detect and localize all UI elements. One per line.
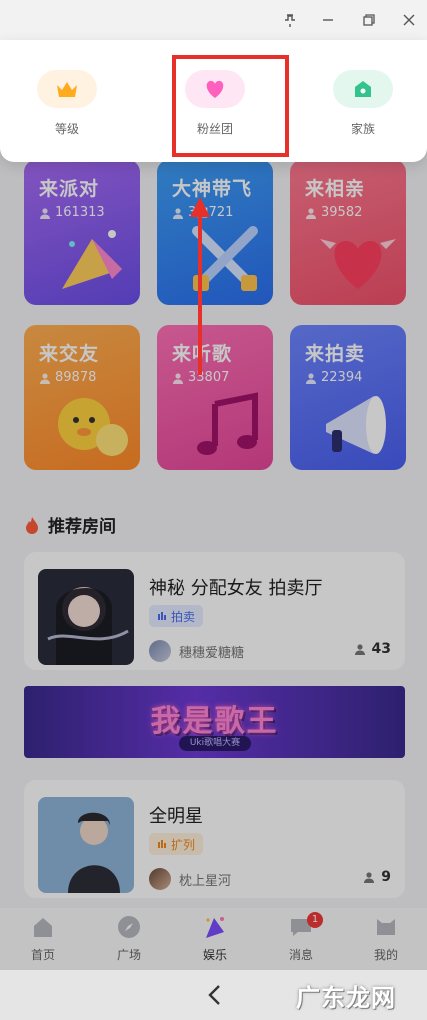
category-title: 来拍卖 [305, 343, 366, 365]
section-title: 推荐房间 [48, 517, 116, 537]
tab-home[interactable]: 首页 [13, 914, 73, 963]
category-count: 161313 [39, 205, 105, 220]
window-titlebar [0, 0, 427, 40]
banner-title: 我是歌王 [150, 704, 279, 739]
category-card-friends[interactable]: 来交友 89878 [24, 325, 140, 470]
user-icon [354, 644, 365, 655]
home-tab-icon [29, 914, 57, 940]
category-count: 22394 [305, 370, 362, 385]
compass-icon [115, 914, 143, 940]
category-title: 来交友 [39, 343, 100, 365]
tab-messages[interactable]: 1 消息 [271, 912, 331, 963]
chat-bubble-face-icon [58, 398, 128, 456]
profile-icon [372, 914, 400, 940]
restore-icon[interactable] [357, 8, 381, 32]
user-icon [40, 372, 50, 384]
room-tag: 拍卖 [149, 605, 204, 627]
online-count: 43 [354, 641, 391, 657]
tab-profile[interactable]: 我的 [356, 914, 416, 963]
category-card-music[interactable]: 来听歌 33807 [157, 325, 273, 470]
user-icon [173, 207, 183, 219]
room-cover [38, 569, 134, 665]
avatar [149, 640, 171, 662]
crown-icon [37, 70, 97, 108]
category-count: 39582 [305, 205, 362, 220]
highlight-box [172, 55, 289, 157]
promo-banner[interactable]: 我是歌王 Uki歌唱大赛 [24, 686, 405, 758]
heart-wings-icon [320, 239, 396, 289]
music-note-icon [197, 392, 258, 455]
menu-item-family[interactable]: 家族 [323, 70, 403, 137]
pin-icon[interactable] [278, 8, 302, 32]
user-icon [364, 872, 375, 883]
room-title: 全明星 [149, 806, 203, 827]
room-card[interactable]: 神秘 分配女友 拍卖厅 拍卖 穗穗爱糖糖 43 [24, 552, 405, 670]
section-header: 推荐房间 [24, 512, 116, 537]
room-title: 神秘 分配女友 拍卖厅 [149, 578, 323, 599]
room-cover [38, 797, 134, 893]
user-icon [306, 207, 316, 219]
avatar [149, 868, 171, 890]
tab-square[interactable]: 广场 [99, 914, 159, 963]
home-icon [333, 70, 393, 108]
category-count: 89878 [39, 370, 96, 385]
arrow-up-icon [190, 197, 210, 375]
user-icon [306, 372, 316, 384]
room-tag: 扩列 [149, 833, 204, 855]
category-title: 大神带飞 [172, 178, 253, 200]
megaphone-icon [326, 396, 386, 454]
back-icon[interactable] [200, 981, 228, 1009]
room-owner: 穗穗爱糖糖 [149, 640, 244, 662]
category-card-auction[interactable]: 来拍卖 22394 [290, 325, 406, 470]
user-icon [173, 372, 183, 384]
flame-icon [26, 516, 38, 534]
category-title: 来相亲 [305, 178, 366, 200]
bars-icon [158, 612, 166, 620]
category-title: 来派对 [39, 178, 100, 200]
banner-subtitle: Uki歌唱大赛 [179, 736, 251, 751]
room-owner: 枕上星河 [149, 868, 231, 890]
minimize-icon[interactable] [316, 8, 340, 32]
category-card-dating[interactable]: 来相亲 39582 [290, 160, 406, 305]
online-count: 9 [363, 869, 391, 885]
tab-entertainment[interactable]: 娱乐 [185, 914, 245, 963]
app-content: 来派对 161313 大神带飞 3■721 来相亲 39582 来交友 8987… [0, 40, 427, 970]
party-popper-icon [62, 230, 122, 289]
bars-icon [158, 840, 166, 848]
watermark: 广东龙网 [296, 984, 396, 1012]
close-icon[interactable] [397, 8, 421, 32]
category-card-party[interactable]: 来派对 161313 [24, 160, 140, 305]
bottom-tab-bar: 首页 广场 娱乐 1 消息 我的 [0, 908, 427, 970]
user-icon [40, 207, 50, 219]
party-icon [201, 914, 229, 940]
menu-item-level[interactable]: 等级 [27, 70, 107, 137]
unread-badge: 1 [307, 912, 323, 928]
room-card[interactable]: 全明星 扩列 枕上星河 9 [24, 780, 405, 898]
category-card-carry[interactable]: 大神带飞 3■721 [157, 160, 273, 305]
